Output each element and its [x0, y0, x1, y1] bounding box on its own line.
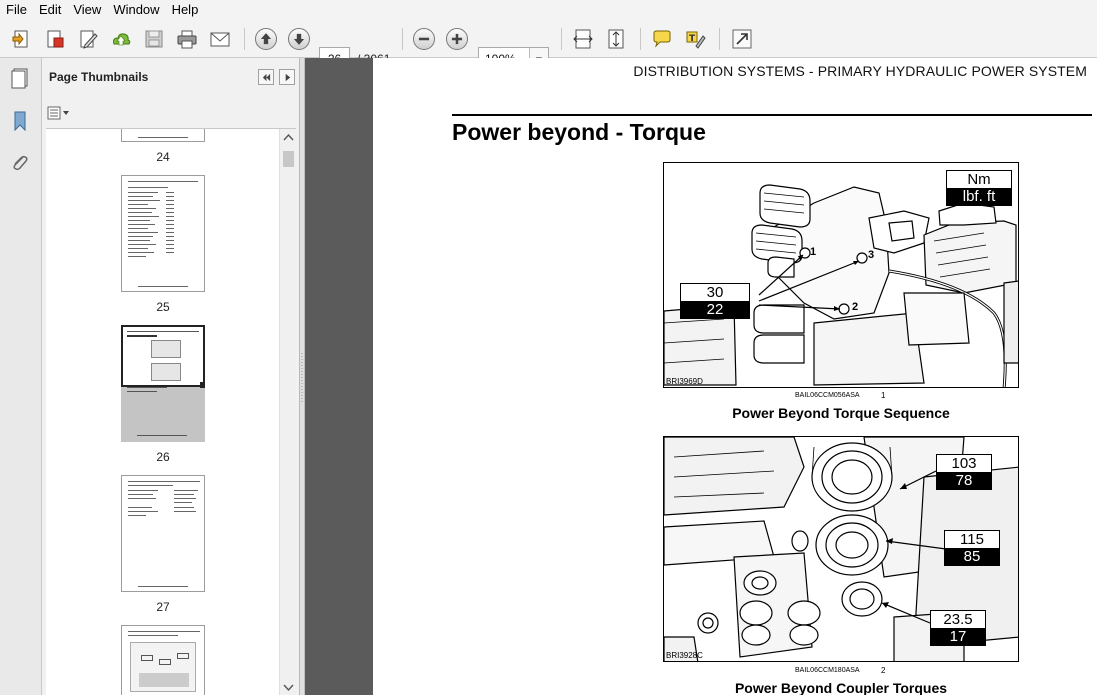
email-icon[interactable]	[207, 26, 233, 52]
collapse-panel-icon[interactable]	[258, 69, 274, 85]
resize-handle[interactable]	[200, 382, 205, 388]
toolbar: / 3061 100% T	[0, 20, 1097, 71]
figure-code: BRI3969D	[666, 377, 703, 386]
zoom-in-icon[interactable]	[444, 26, 470, 52]
torque-lbf: 78	[937, 472, 991, 489]
thumbnail-number: 26	[156, 450, 170, 464]
torque-nm: 103	[951, 455, 977, 472]
svg-text:T: T	[689, 34, 696, 44]
figure-caption: Power Beyond Torque Sequence	[732, 405, 950, 421]
bookmarks-icon[interactable]	[7, 106, 33, 136]
scroll-up-icon[interactable]	[280, 129, 296, 146]
thumbnails-panel: Page Thumbnails 24 25 26 27	[42, 58, 300, 695]
thumbnail-page-24[interactable]	[121, 129, 205, 142]
thumbnail-page-27[interactable]	[121, 475, 205, 592]
fit-width-icon[interactable]	[570, 26, 596, 52]
thumbnail-page-28[interactable]	[121, 625, 205, 695]
thumbnail-number: 27	[156, 600, 170, 614]
thumbnail-page-26[interactable]	[121, 325, 205, 442]
figure-caption: Power Beyond Coupler Torques	[734, 680, 948, 695]
document-page: DISTRIBUTION SYSTEMS - PRIMARY HYDRAULIC…	[373, 58, 1097, 695]
figure-coupler-torques: 103 78 115 85 23.5 17 BRI3928C	[663, 436, 1019, 662]
figure-reference: BAIL06CCM056ASA	[795, 392, 860, 399]
edit-icon[interactable]	[75, 26, 101, 52]
running-head: DISTRIBUTION SYSTEMS - PRIMARY HYDRAULIC…	[633, 63, 1087, 79]
zoom-out-icon[interactable]	[411, 26, 437, 52]
menu-file[interactable]: File	[2, 0, 33, 20]
save-icon[interactable]	[141, 26, 167, 52]
thumbnail-page-25[interactable]	[121, 175, 205, 292]
expand-panel-icon[interactable]	[279, 69, 295, 85]
torque-lbf: 17	[931, 628, 985, 645]
callout-number: 2	[852, 301, 858, 313]
fit-page-icon[interactable]	[603, 26, 629, 52]
unit-legend-imperial: lbf. ft	[947, 188, 1011, 205]
expand-icon[interactable]	[729, 26, 755, 52]
unit-legend: Nm lbf. ft	[946, 170, 1012, 206]
callout-number: 3	[868, 249, 874, 261]
navigation-strip	[0, 58, 42, 695]
torque-label: 103 78	[936, 454, 992, 490]
convert-icon[interactable]	[42, 26, 68, 52]
menu-bar: File Edit View Window Help	[0, 0, 1097, 20]
unit-legend-metric: Nm	[967, 171, 991, 188]
next-page-icon[interactable]	[286, 26, 312, 52]
figure-reference: BAIL06CCM180ASA	[795, 667, 860, 674]
torque-label: 23.5 17	[930, 610, 986, 646]
thumbnail-number: 25	[156, 300, 170, 314]
torque-nm: 30	[706, 284, 724, 301]
torque-label: 115 85	[944, 530, 1000, 566]
menu-help[interactable]: Help	[166, 0, 205, 20]
previous-page-icon[interactable]	[253, 26, 279, 52]
menu-window[interactable]: Window	[107, 0, 165, 20]
menu-edit[interactable]: Edit	[33, 0, 67, 20]
thumbnail-number: 24	[156, 150, 170, 164]
torque-nm: 23.5	[943, 611, 973, 628]
menu-view[interactable]: View	[67, 0, 107, 20]
thumbnail-list: 24 25 26 27	[46, 128, 296, 695]
callout-number: 1	[810, 246, 816, 258]
print-icon[interactable]	[174, 26, 200, 52]
document-view[interactable]: DISTRIBUTION SYSTEMS - PRIMARY HYDRAULIC…	[305, 58, 1097, 695]
figure-number: 2	[881, 666, 886, 675]
figure-code: BRI3928C	[666, 651, 703, 660]
panel-title: Page Thumbnails	[49, 70, 149, 84]
page-thumbnails-icon[interactable]	[7, 63, 33, 93]
page-title: Power beyond - Torque	[452, 119, 706, 145]
scrollbar-thumb[interactable]	[283, 151, 294, 167]
highlight-icon[interactable]: T	[682, 26, 708, 52]
figure-torque-sequence: 1 3 2 Nm lbf. ft 30 22 BRI3969D	[663, 162, 1019, 388]
torque-lbf: 22	[681, 301, 749, 318]
title-rule	[452, 114, 1092, 116]
thumbnail-scrollbar[interactable]	[279, 129, 296, 695]
options-menu-icon[interactable]	[46, 104, 72, 122]
torque-label: 30 22	[680, 283, 750, 319]
comment-icon[interactable]	[649, 26, 675, 52]
attachments-icon[interactable]	[7, 148, 33, 178]
upload-icon[interactable]	[108, 26, 134, 52]
scroll-down-icon[interactable]	[280, 679, 296, 695]
torque-nm: 115	[960, 531, 984, 548]
create-icon[interactable]	[9, 26, 35, 52]
figure-number: 1	[881, 391, 886, 400]
torque-lbf: 85	[945, 548, 999, 565]
